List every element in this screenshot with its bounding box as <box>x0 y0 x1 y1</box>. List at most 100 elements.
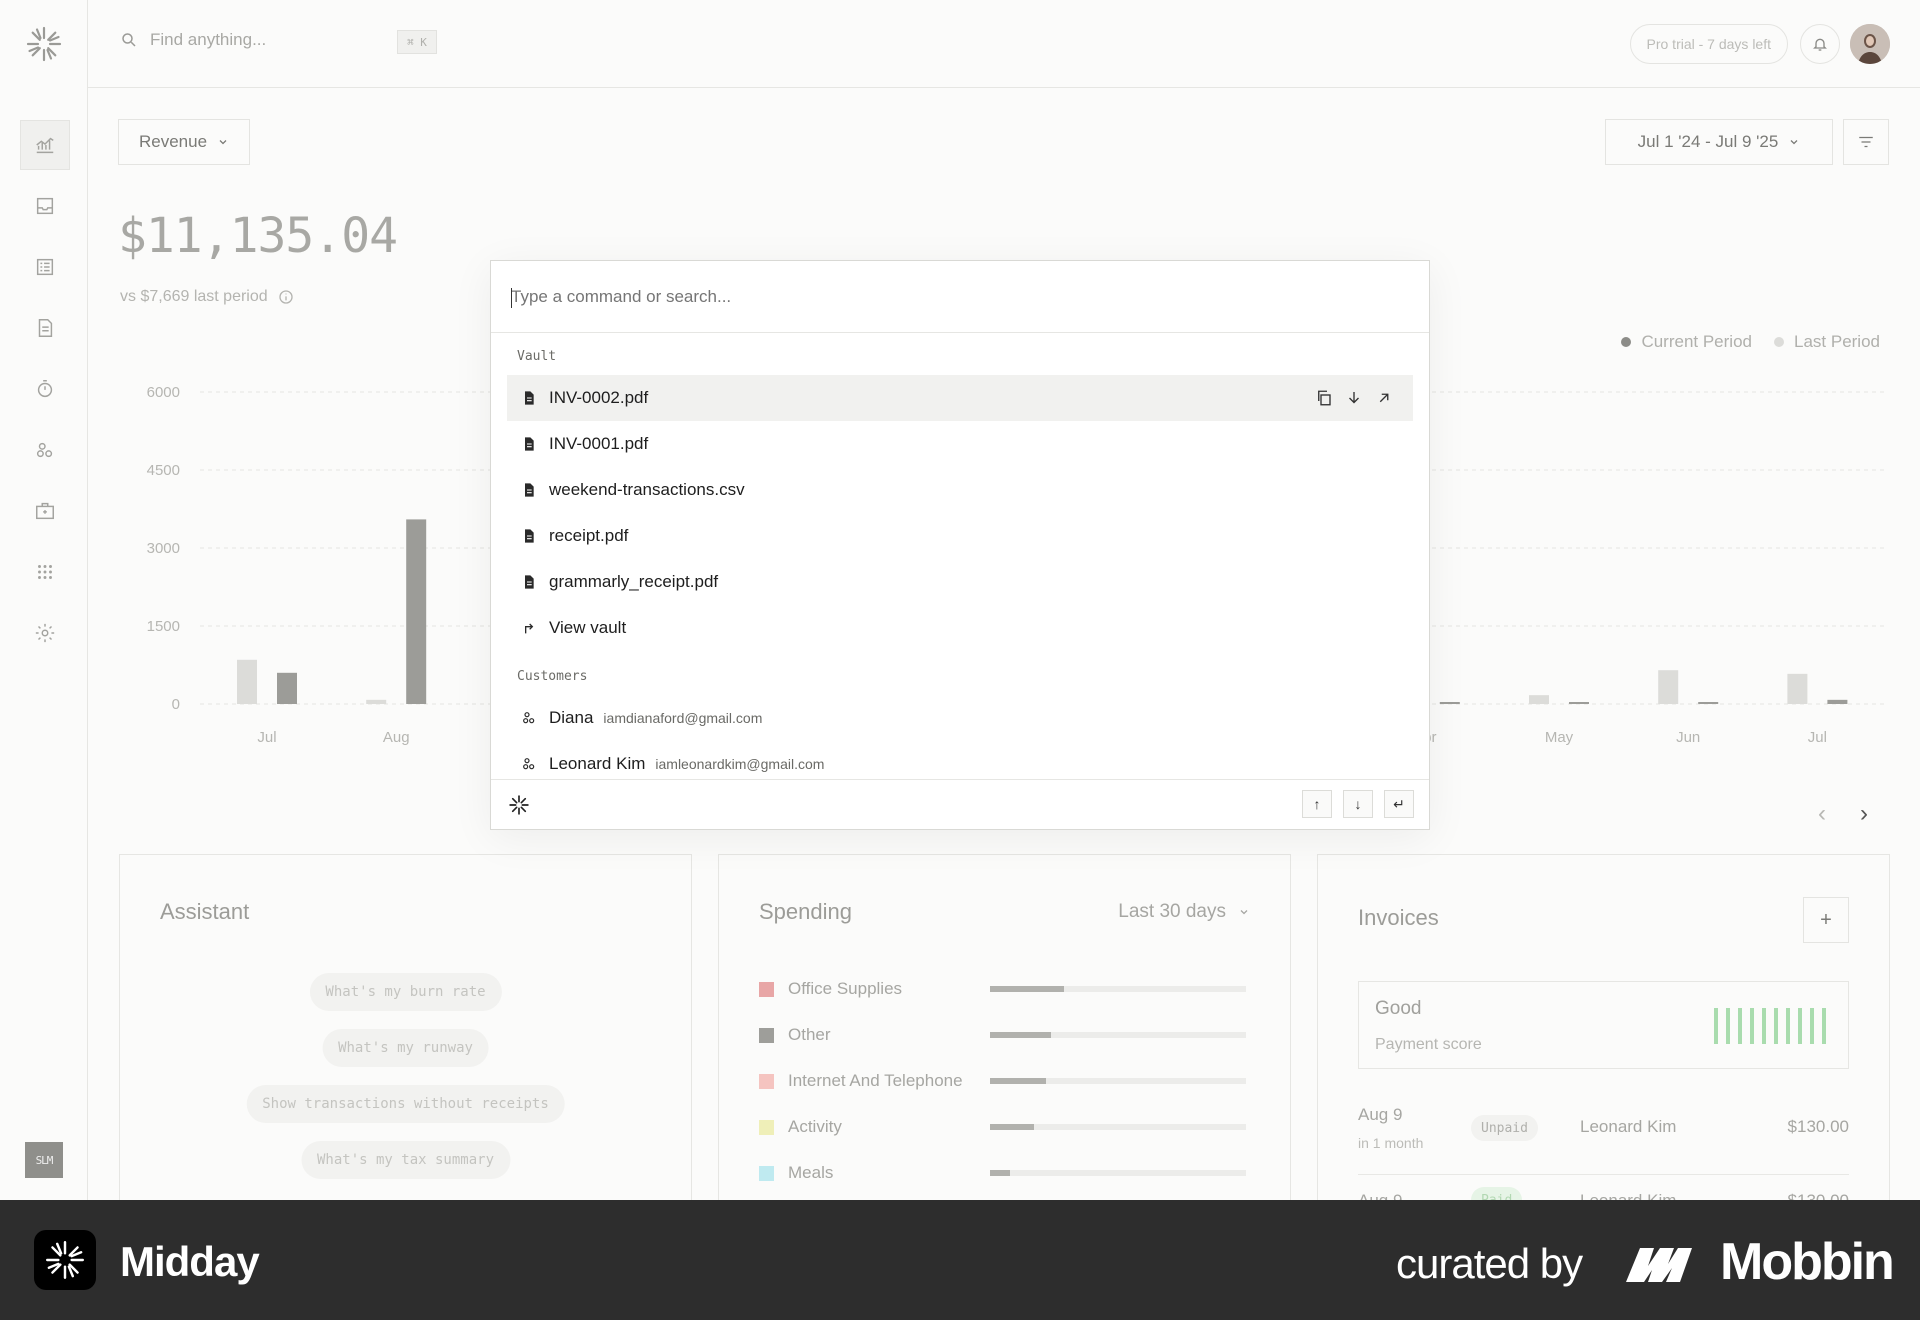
midday-app-logo-icon <box>34 1230 96 1290</box>
assistant-card: Assistant What's my burn rate What's my … <box>119 854 692 1200</box>
section-vault-heading: Vault <box>517 349 557 364</box>
y-tick-label: 3000 <box>147 540 180 557</box>
plus-icon: + <box>1820 908 1832 931</box>
y-tick-label: 6000 <box>147 384 180 401</box>
file-icon <box>525 483 534 497</box>
category-color-swatch <box>759 1119 774 1135</box>
file-icon <box>525 437 534 451</box>
category-bar-fill <box>990 1170 1011 1176</box>
view-vault-label: View vault <box>549 618 627 637</box>
chart-bar <box>1658 670 1679 704</box>
spending-category-row[interactable]: Activity <box>759 1115 1250 1139</box>
vault-item-name: INV-0001.pdf <box>549 434 649 453</box>
spending-category-row[interactable]: Meals <box>759 1161 1250 1185</box>
category-bar-fill <box>990 1032 1052 1038</box>
enter-key-icon[interactable]: ↵ <box>1384 790 1414 818</box>
file-icon <box>525 575 534 589</box>
status-badge: Unpaid <box>1471 1115 1538 1141</box>
chart-bar <box>1698 702 1719 704</box>
customer-name: Leonard Kim <box>549 754 646 773</box>
assistant-suggestion[interactable]: Show transactions without receipts <box>246 1085 565 1123</box>
customer-email: iamdianaford@gmail.com <box>603 710 763 726</box>
section-customers-heading: Customers <box>517 669 588 684</box>
category-bar-track <box>990 1124 1246 1130</box>
mobbin-logo-icon <box>1626 1248 1692 1282</box>
app-window: SLM Find anything... ⌘ K Pro trial - 7 d… <box>0 0 1920 1200</box>
payment-score-sub: Payment score <box>1375 1036 1482 1053</box>
spending-title: Spending <box>759 899 852 924</box>
category-name: Meals <box>788 1163 834 1182</box>
text-caret <box>511 288 512 308</box>
copy-icon[interactable] <box>1315 389 1333 407</box>
vault-item[interactable]: INV-0001.pdf <box>507 421 1413 467</box>
banner-curated-by: curated by <box>1396 1240 1583 1287</box>
chart-next-chevron-icon[interactable]: › <box>1860 800 1868 828</box>
x-tick-label: Jul <box>1808 729 1827 746</box>
customer-email: iamleonardkim@gmail.com <box>655 756 825 772</box>
vault-item[interactable]: weekend-transactions.csv <box>507 467 1413 513</box>
chart-bar <box>1827 699 1848 704</box>
payment-score-bars <box>1714 1008 1826 1044</box>
invoice-date: Aug 9 <box>1358 1105 1403 1124</box>
payment-score-label: Good <box>1375 998 1422 1019</box>
customer-icon <box>523 712 535 724</box>
spending-period-select[interactable]: Last 30 days <box>1118 901 1250 923</box>
spending-category-row[interactable]: Internet And Telephone <box>759 1069 1250 1093</box>
category-bar-track <box>990 1078 1246 1084</box>
invoice-due: in 1 month <box>1358 1135 1424 1151</box>
invoice-row[interactable]: Aug 9 Paid Leonard Kim $130.00 <box>1358 1187 1849 1200</box>
file-icon <box>525 529 534 543</box>
spending-category-row[interactable]: Other <box>759 1023 1250 1047</box>
chart-bar <box>277 672 297 704</box>
vault-item[interactable]: INV-0002.pdf <box>507 375 1413 421</box>
x-tick-label: Jul <box>257 729 276 746</box>
category-name: Internet And Telephone <box>788 1071 963 1090</box>
payment-score-box: Good Payment score <box>1358 981 1849 1069</box>
chart-bar <box>1439 702 1460 704</box>
invoice-date: Aug 9 <box>1358 1191 1402 1200</box>
category-color-swatch <box>759 1073 774 1089</box>
invoice-amount: $130.00 <box>1788 1191 1849 1200</box>
vault-item-name: INV-0002.pdf <box>549 388 649 407</box>
vault-item-name: weekend-transactions.csv <box>549 480 745 499</box>
chevron-down-icon <box>1240 910 1248 915</box>
customer-icon <box>523 758 535 770</box>
add-invoice-button[interactable]: + <box>1803 897 1849 943</box>
palette-divider <box>491 332 1429 333</box>
mobbin-brand-name: Mobbin <box>1720 1233 1895 1291</box>
arrow-down-key-icon[interactable]: ↓ <box>1343 790 1373 818</box>
vault-item-name: grammarly_receipt.pdf <box>549 572 719 591</box>
mobbin-brand: Mobbin <box>1626 1232 1895 1292</box>
chart-bar <box>406 519 427 704</box>
vault-item[interactable]: grammarly_receipt.pdf <box>507 559 1413 605</box>
assistant-suggestion[interactable]: What's my tax summary <box>300 1141 511 1179</box>
y-tick-label: 0 <box>172 696 180 713</box>
invoice-row[interactable]: Aug 9 in 1 month Unpaid Leonard Kim $130… <box>1358 1105 1849 1175</box>
spending-card: Spending Last 30 days Office Supplies Oth… <box>718 854 1291 1200</box>
user-badge[interactable]: SLM <box>25 1142 63 1178</box>
vault-item[interactable]: receipt.pdf <box>507 513 1413 559</box>
invoice-customer: Leonard Kim <box>1580 1117 1677 1136</box>
chart-prev-chevron-icon[interactable]: ‹ <box>1818 800 1826 828</box>
command-search-input[interactable] <box>511 287 1211 307</box>
assistant-suggestion[interactable]: What's my runway <box>322 1029 489 1067</box>
download-icon[interactable] <box>1345 389 1363 407</box>
spending-period-label: Last 30 days <box>1118 901 1226 922</box>
spending-category-row[interactable]: Office Supplies <box>759 977 1250 1001</box>
category-bar-track <box>990 1170 1246 1176</box>
vault-item-name: receipt.pdf <box>549 526 629 545</box>
customer-item[interactable]: Diana iamdianaford@gmail.com <box>507 695 1413 741</box>
assistant-suggestion[interactable]: What's my burn rate <box>309 973 502 1011</box>
chart-bar <box>1529 695 1549 704</box>
arrow-up-key-icon[interactable]: ↑ <box>1302 790 1332 818</box>
y-tick-label: 4500 <box>147 462 180 479</box>
open-external-icon[interactable] <box>1375 389 1393 407</box>
y-tick-label: 1500 <box>147 618 180 635</box>
vault-item-actions <box>1315 389 1393 407</box>
banner-app-name: Midday <box>120 1238 260 1285</box>
chart-bar <box>1787 673 1808 704</box>
chart-bar <box>237 659 257 704</box>
view-vault-item[interactable]: View vault <box>507 605 1413 651</box>
customer-name: Diana <box>549 708 594 727</box>
palette-footer: ↑ ↓ ↵ <box>491 779 1429 829</box>
